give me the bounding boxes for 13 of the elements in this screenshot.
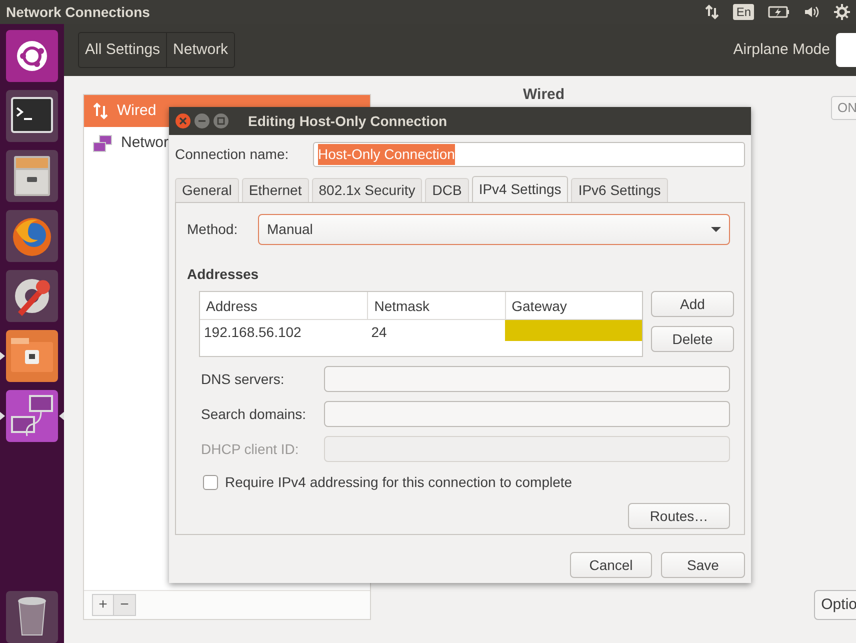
device-heading: Wired (523, 86, 565, 103)
field-label: DHCP client ID: (201, 440, 300, 458)
checkbox-label: Require IPv4 addressing for this connection to complete (225, 473, 572, 492)
table-cell-text: 24 (370, 323, 388, 341)
field-label: DNS servers: (201, 370, 286, 388)
field-label: Method: (187, 220, 239, 239)
field-label: Connection name: (175, 145, 290, 164)
field-label: Search domains: (201, 404, 308, 424)
dialog-title: Editing Host-Only Connection (248, 112, 448, 131)
airplane-mode-label: Airplane Mode (733, 40, 830, 60)
section-heading: Addresses (187, 265, 260, 284)
window-title: Network Connections (6, 2, 150, 22)
table-cell-text: 192.168.56.102 (203, 323, 302, 341)
